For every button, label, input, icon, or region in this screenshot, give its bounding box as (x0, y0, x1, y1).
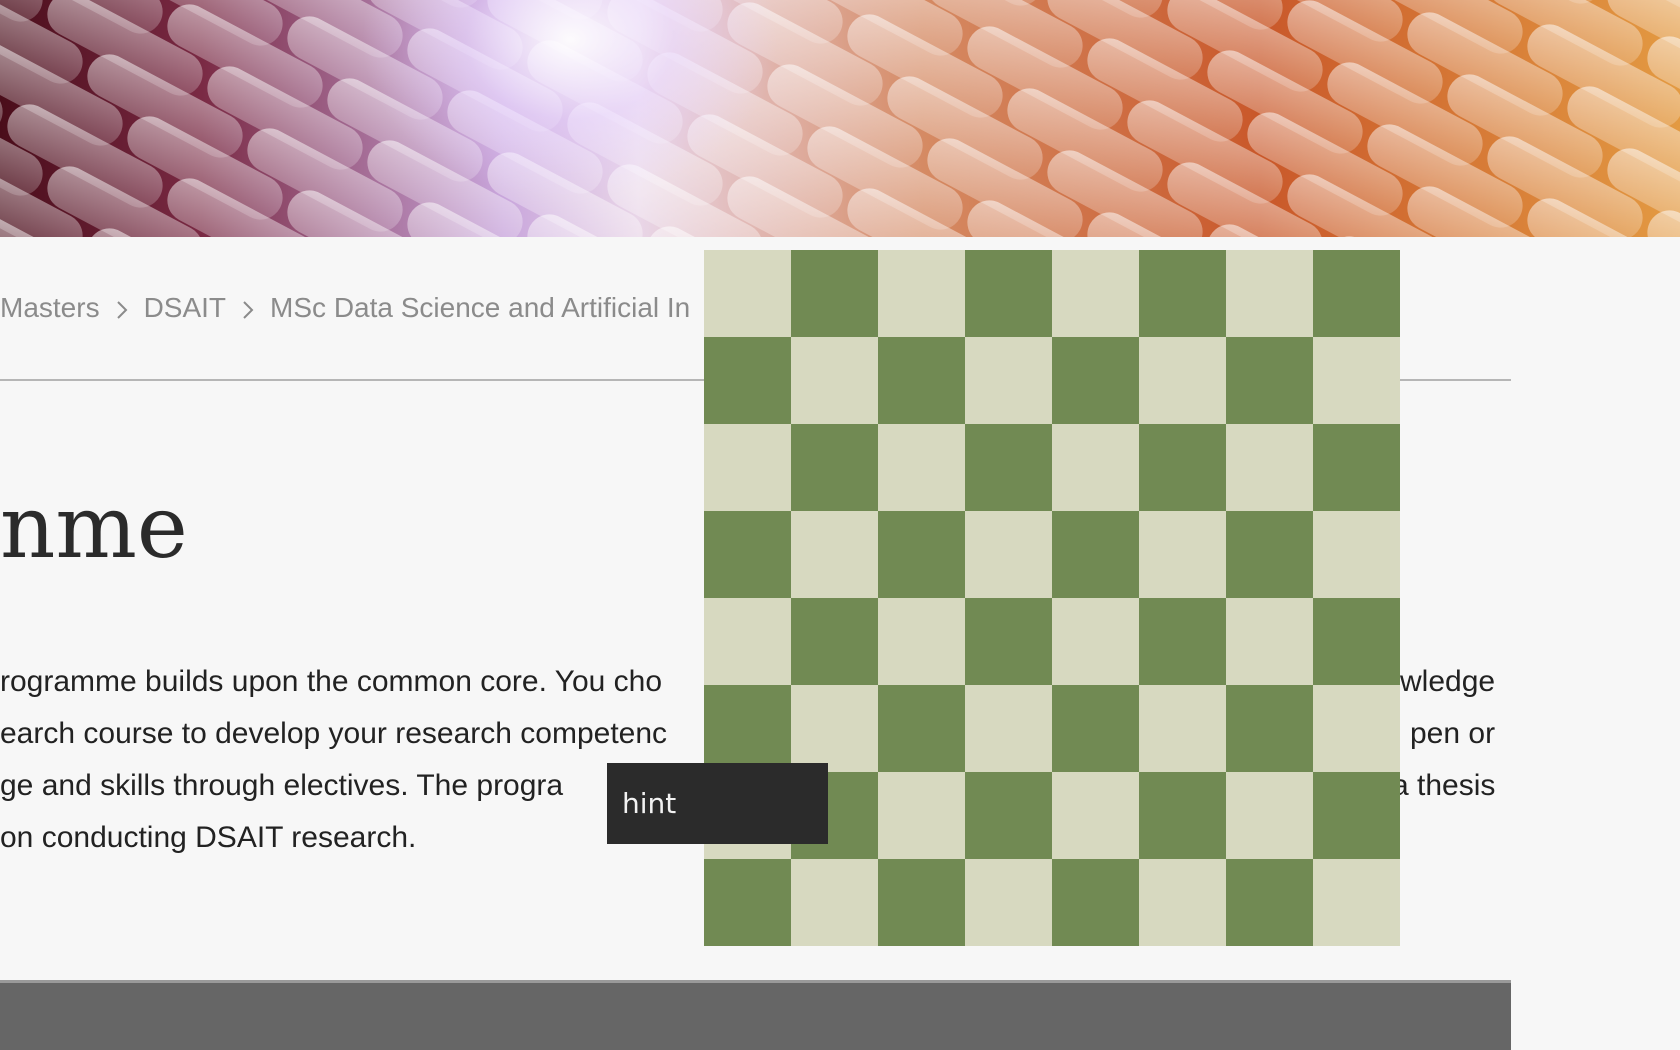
board-square[interactable] (704, 511, 791, 598)
board-square[interactable] (791, 337, 878, 424)
chevron-right-icon (226, 292, 270, 324)
board-square[interactable] (1226, 511, 1313, 598)
board-square[interactable] (1139, 250, 1226, 337)
board-square[interactable] (791, 598, 878, 685)
board-square[interactable] (704, 337, 791, 424)
board-square[interactable] (1226, 859, 1313, 946)
board-square[interactable] (1139, 859, 1226, 946)
board-square[interactable] (1313, 511, 1400, 598)
board-square[interactable] (1139, 511, 1226, 598)
breadcrumb: Masters DSAIT MSc Data Science and Artif… (0, 288, 690, 328)
board-square[interactable] (1052, 250, 1139, 337)
board-square[interactable] (1139, 424, 1226, 511)
board-square[interactable] (1226, 685, 1313, 772)
board-square[interactable] (965, 511, 1052, 598)
board-square[interactable] (704, 685, 791, 772)
board-square[interactable] (878, 337, 965, 424)
board-square[interactable] (1139, 598, 1226, 685)
board-square[interactable] (791, 250, 878, 337)
board-square[interactable] (1139, 772, 1226, 859)
board-square[interactable] (791, 859, 878, 946)
body-line: earch course to develop your research co… (0, 717, 668, 750)
board-square[interactable] (965, 337, 1052, 424)
breadcrumb-dsait[interactable]: DSAIT (144, 292, 226, 324)
board-square[interactable] (1226, 337, 1313, 424)
board-square[interactable] (1052, 511, 1139, 598)
board-square[interactable] (791, 424, 878, 511)
board-square[interactable] (704, 859, 791, 946)
hero-banner (0, 0, 1680, 237)
board-square[interactable] (1313, 685, 1400, 772)
body-line: on conducting DSAIT research. (0, 821, 417, 854)
body-line: ge and skills through electives. The pro… (0, 769, 564, 802)
board-square[interactable] (878, 859, 965, 946)
board-square[interactable] (1052, 772, 1139, 859)
board-square[interactable] (965, 685, 1052, 772)
board-square[interactable] (1139, 337, 1226, 424)
board-square[interactable] (1313, 772, 1400, 859)
board-square[interactable] (1052, 337, 1139, 424)
board-square[interactable] (878, 424, 965, 511)
board-square[interactable] (965, 859, 1052, 946)
board-square[interactable] (878, 685, 965, 772)
board-square[interactable] (791, 685, 878, 772)
board-square[interactable] (965, 250, 1052, 337)
board-square[interactable] (704, 250, 791, 337)
hero-pattern (0, 0, 1680, 237)
board-square[interactable] (965, 598, 1052, 685)
board-square[interactable] (1226, 598, 1313, 685)
board-square[interactable] (1139, 685, 1226, 772)
page-title: nme (0, 478, 188, 578)
body-line: rogramme builds upon the common core. Yo… (0, 665, 663, 698)
board-square[interactable] (1313, 859, 1400, 946)
board-square[interactable] (1226, 250, 1313, 337)
board-square[interactable] (878, 772, 965, 859)
board-square[interactable] (704, 598, 791, 685)
board-square[interactable] (1313, 424, 1400, 511)
body-line-end: pen or (1410, 717, 1496, 750)
breadcrumb-masters[interactable]: Masters (0, 292, 100, 324)
board-square[interactable] (1052, 424, 1139, 511)
board-square[interactable] (1226, 772, 1313, 859)
body-paragraph: rogramme builds upon the common core. Yo… (0, 656, 667, 864)
board-square[interactable] (704, 424, 791, 511)
chevron-right-icon (100, 292, 144, 324)
body-line-end: wledge (1400, 665, 1496, 698)
body-line-end: a thesis (1392, 769, 1496, 802)
board-square[interactable] (791, 511, 878, 598)
board-square[interactable] (878, 598, 965, 685)
board-square[interactable] (1052, 685, 1139, 772)
board-square[interactable] (1313, 337, 1400, 424)
board-square[interactable] (965, 772, 1052, 859)
breadcrumb-current[interactable]: MSc Data Science and Artificial In (270, 292, 690, 324)
hint-button[interactable]: hint (607, 763, 828, 844)
board-square[interactable] (878, 511, 965, 598)
board-square[interactable] (1313, 250, 1400, 337)
board-square[interactable] (965, 424, 1052, 511)
board-square[interactable] (1313, 598, 1400, 685)
board-square[interactable] (1226, 424, 1313, 511)
board-square[interactable] (1052, 598, 1139, 685)
board-square[interactable] (878, 250, 965, 337)
footer-bar (0, 980, 1511, 1050)
board-square[interactable] (1052, 859, 1139, 946)
